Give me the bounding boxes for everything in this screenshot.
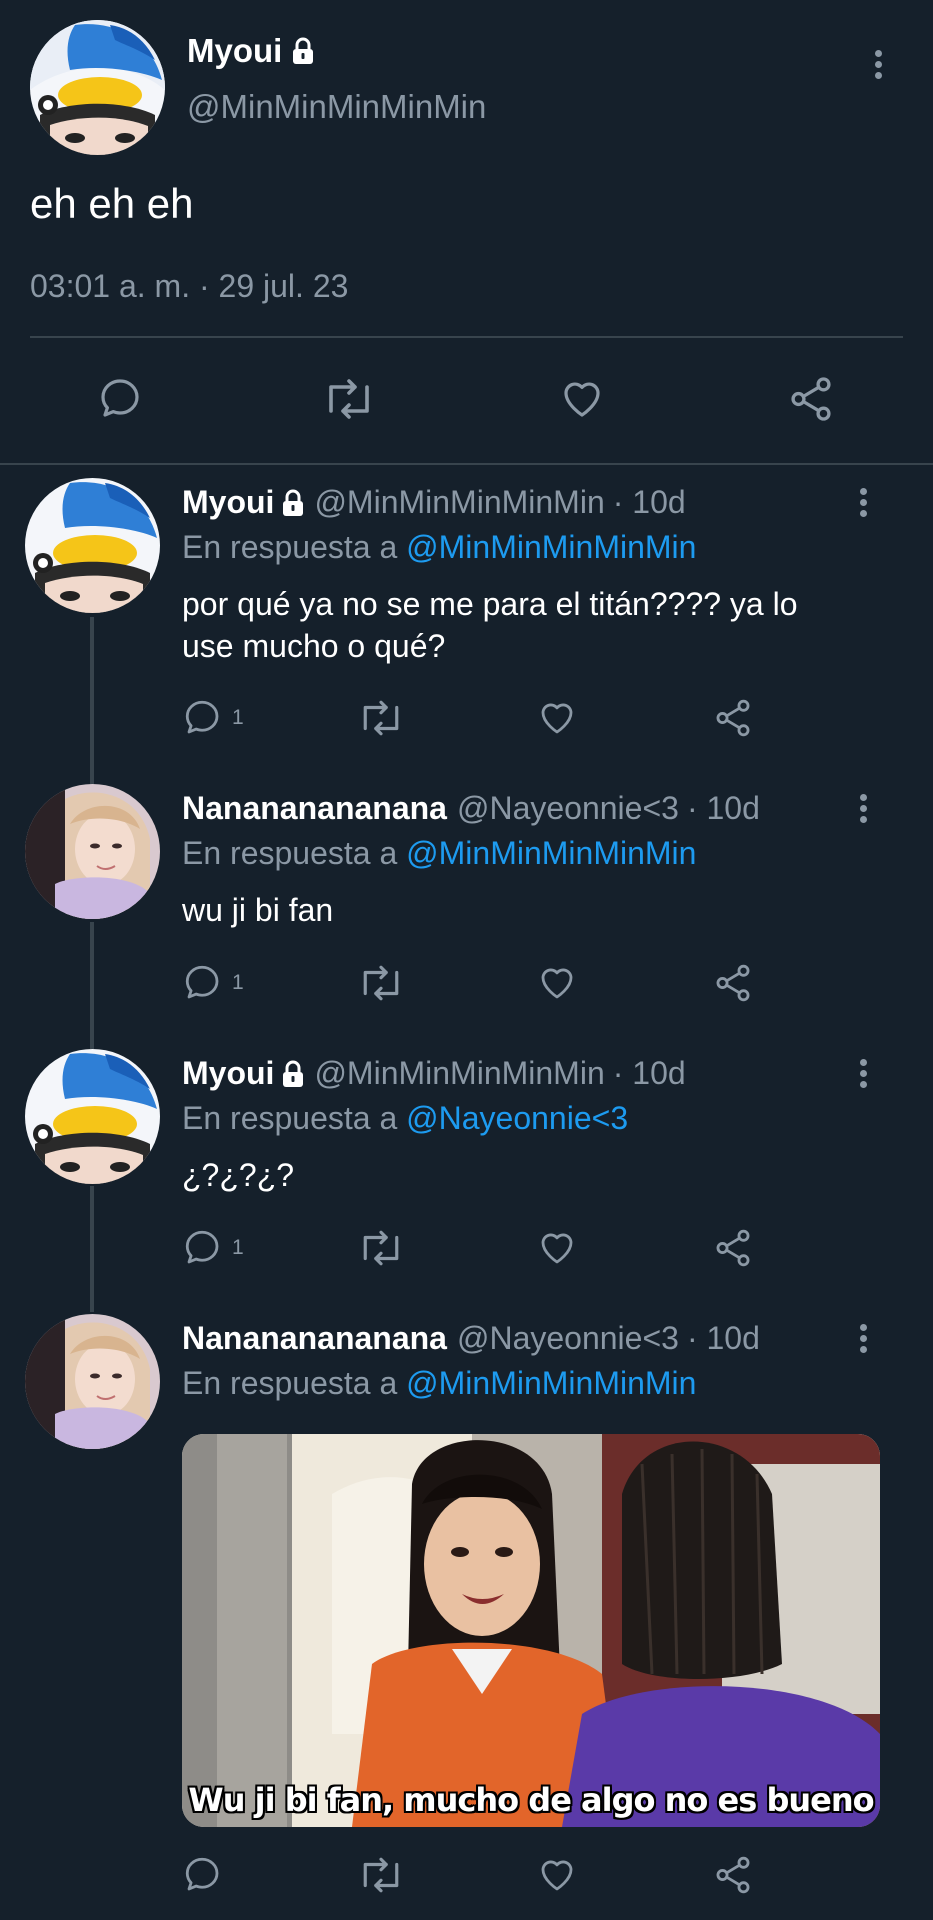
reply-to-label: En respuesta a [182,1365,398,1401]
handle[interactable]: @Nayeonnie<3 [457,790,679,827]
meme-illustration [182,1434,880,1827]
reply-to-label: En respuesta a [182,1100,398,1136]
like-icon[interactable] [536,697,578,739]
reply-icon[interactable] [96,375,146,423]
reply-to-mention[interactable]: @MinMinMinMinMin [406,1365,696,1401]
avatar-nananana[interactable] [25,784,160,919]
tweet-text: ¿?¿?¿? [182,1157,295,1193]
thread-line [90,922,94,1049]
tweet-text: eh eh eh [30,180,194,227]
share-icon[interactable] [712,697,754,739]
retweet-icon[interactable] [356,962,406,1004]
more-options-icon[interactable] [857,794,869,830]
display-name[interactable]: Myoui [182,1055,274,1092]
reply-to-label: En respuesta a [182,529,398,565]
reply-to-label: En respuesta a [182,835,398,871]
more-options-icon[interactable] [857,1059,869,1095]
display-name[interactable]: Nanananananana [182,790,447,827]
lock-icon [290,37,316,65]
tweet-age[interactable]: · 10d [613,1055,686,1092]
more-options-icon[interactable] [857,1324,869,1360]
lock-icon [280,1060,306,1088]
reply-to-mention[interactable]: @MinMinMinMinMin [406,835,696,871]
divider [30,336,903,338]
avatar-myoui[interactable] [25,1049,160,1184]
reply-count: 1 [232,971,244,994]
handle[interactable]: @MinMinMinMinMin [314,1055,604,1092]
display-name[interactable]: Myoui [182,484,274,521]
reply-count: 1 [232,706,244,729]
lock-icon [280,489,306,517]
tweet-text: wu ji bi fan [182,892,334,928]
reply-icon[interactable] [182,1854,224,1896]
share-icon[interactable] [712,1227,754,1269]
like-icon[interactable] [536,1227,578,1269]
display-name[interactable]: Myoui [187,32,282,70]
share-icon[interactable] [712,962,754,1004]
reply-to-mention[interactable]: @MinMinMinMinMin [406,529,696,565]
reply-icon [182,1227,224,1269]
thread-line [90,1186,94,1312]
like-icon[interactable] [536,962,578,1004]
reply-button[interactable]: 1 [182,1227,244,1269]
more-options-icon[interactable] [857,488,869,524]
like-icon[interactable] [557,375,607,423]
avatar-myoui[interactable] [30,20,165,155]
handle[interactable]: @MinMinMinMinMin [314,484,604,521]
tweet-age[interactable]: · 10d [687,790,760,827]
retweet-icon[interactable] [356,697,406,739]
section-divider [0,463,933,465]
retweet-icon[interactable] [320,375,378,423]
tweet-text: use mucho o qué? [182,628,446,664]
like-icon[interactable] [536,1854,578,1896]
reply-icon [182,697,224,739]
avatar-nananana[interactable] [25,1314,160,1449]
tweet-media-image[interactable]: Wu ji bi fan, mucho de algo no es bueno [182,1434,880,1827]
reply-count: 1 [232,1236,244,1259]
share-icon[interactable] [712,1854,754,1896]
avatar-myoui[interactable] [25,478,160,613]
retweet-icon[interactable] [356,1227,406,1269]
share-icon[interactable] [785,374,837,424]
reply-icon [182,962,224,1004]
thread-line [90,617,94,785]
more-options-icon[interactable] [872,50,884,86]
handle[interactable]: @MinMinMinMinMin [187,88,486,126]
retweet-icon[interactable] [356,1854,406,1896]
tweet-text: por qué ya no se me para el titán???? ya… [182,586,798,622]
timestamp[interactable]: 03:01 a. m. · 29 jul. 23 [30,268,348,305]
tweet-age[interactable]: · 10d [613,484,686,521]
reply-button[interactable]: 1 [182,962,244,1004]
tweet-age[interactable]: · 10d [687,1320,760,1357]
reply-to-mention[interactable]: @Nayeonnie<3 [406,1100,628,1136]
media-caption: Wu ji bi fan, mucho de algo no es bueno [188,1781,874,1819]
display-name[interactable]: Nanananananana [182,1320,447,1357]
handle[interactable]: @Nayeonnie<3 [457,1320,679,1357]
reply-button[interactable]: 1 [182,697,244,739]
